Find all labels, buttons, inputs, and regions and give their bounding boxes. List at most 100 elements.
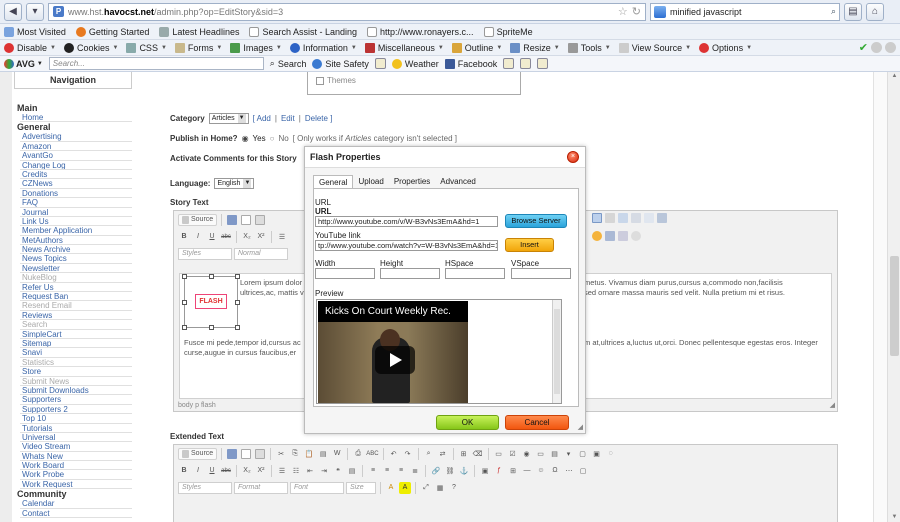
youtube-link-input[interactable]: tp://www.youtube.com/watch?v=W-B3vNs3EmA… <box>315 240 498 251</box>
special-char-icon[interactable]: Ω <box>549 465 561 477</box>
wd-view-source[interactable]: View Source ▼ <box>618 42 691 53</box>
url-input[interactable]: http://www.youtube.com/v/W-B3vNs3EmA&hd=… <box>315 216 498 227</box>
avg-search-input[interactable]: Search... <box>48 57 264 70</box>
about-icon[interactable]: ? <box>448 482 460 494</box>
tab-advanced[interactable]: Advanced <box>435 175 481 188</box>
bookmark-most-visited[interactable]: Most Visited <box>4 26 66 37</box>
browser-search-box[interactable]: minified javascript ⌕ <box>650 2 840 21</box>
select-all-icon[interactable]: ⊞ <box>458 448 470 460</box>
format-combo[interactable]: Normal <box>234 247 288 260</box>
sidebar-item-submit-downloads[interactable]: Submit Downloads <box>20 386 132 396</box>
sidebar-item-refer-us[interactable]: Refer Us <box>20 283 132 293</box>
blockquote-icon[interactable]: ❝ <box>332 465 344 477</box>
preview-scrollbar[interactable] <box>552 300 561 403</box>
table-icon[interactable] <box>592 213 602 223</box>
replace-icon[interactable]: ⇄ <box>437 448 449 460</box>
trash-icon[interactable] <box>374 58 386 69</box>
scrollbar-thumb[interactable] <box>890 256 899 356</box>
sidebar-item-donations[interactable]: Donations <box>20 189 132 199</box>
history-dropdown-icon[interactable]: ▾ <box>26 2 44 21</box>
bookmarks-menu-icon[interactable]: ▤ <box>844 2 862 21</box>
category-edit-link[interactable]: Edit <box>281 114 295 123</box>
show-blocks-icon[interactable]: ▦ <box>434 482 446 494</box>
textfield-icon[interactable]: ▭ <box>535 448 547 460</box>
back-icon[interactable]: ◀ <box>4 2 22 21</box>
sidebar-item-nukeblog[interactable]: NukeBlog <box>20 273 132 283</box>
unlink-icon[interactable]: ⛓ <box>444 465 456 477</box>
sidebar-item-simplecart[interactable]: SimpleCart <box>20 330 132 339</box>
video-thumbnail[interactable]: Kicks On Court Weekly Rec. <box>318 301 468 403</box>
source-button[interactable]: Source <box>178 447 218 460</box>
cancel-button[interactable]: Cancel <box>505 415 569 430</box>
bg-color-icon[interactable]: A <box>399 481 411 494</box>
sidebar-item-sitemap[interactable]: Sitemap <box>20 339 132 349</box>
dialog-title[interactable]: Flash Properties <box>305 147 585 168</box>
themes-option[interactable]: Themes <box>316 76 356 85</box>
wd-cookies[interactable]: Cookies ▼ <box>63 42 118 53</box>
save-icon[interactable] <box>226 214 238 226</box>
sidebar-item-whats-new[interactable]: Whats New <box>20 452 132 462</box>
font-combo[interactable]: Font <box>290 481 344 494</box>
preview-icon[interactable] <box>254 448 266 460</box>
hspace-input[interactable] <box>445 268 505 279</box>
bookmark-getting-started[interactable]: Getting Started <box>75 26 149 37</box>
sidebar-item-journal[interactable]: Journal <box>20 208 132 217</box>
print-icon[interactable]: ⎙ <box>352 448 364 460</box>
bookmark-star-icon[interactable]: ☆ <box>618 5 628 18</box>
page-scrollbar[interactable]: ▲ ▼ <box>887 72 900 522</box>
reload-icon[interactable]: ↻ <box>632 5 641 18</box>
radio-icon[interactable]: ◉ <box>521 448 533 460</box>
resize-handle[interactable] <box>209 274 214 279</box>
resize-handle[interactable] <box>182 300 187 305</box>
address-bar[interactable]: P www.hst.havocst.net/admin.php?op=EditS… <box>48 2 646 21</box>
show-blocks-icon[interactable] <box>631 231 641 241</box>
search-engine-icon[interactable] <box>654 5 666 18</box>
sidebar-item-work-probe[interactable]: Work Probe <box>20 470 132 480</box>
strike-icon[interactable]: abc <box>220 231 232 243</box>
table-icon[interactable]: ⊞ <box>507 465 519 477</box>
wd-css[interactable]: CSS ▼ <box>126 42 167 53</box>
align-justify-icon[interactable]: ≣ <box>409 465 421 477</box>
format-combo[interactable]: Format <box>234 481 288 494</box>
sidebar-item-reviews[interactable]: Reviews <box>20 311 132 321</box>
play-icon[interactable] <box>375 346 415 374</box>
hr-icon[interactable] <box>605 213 615 223</box>
avg-search-button[interactable]: ⌕ Search <box>270 58 307 69</box>
copy-icon[interactable]: ⎘ <box>289 448 301 460</box>
resize-handle[interactable] <box>182 325 187 330</box>
sidebar-item-cznews[interactable]: CZNews <box>20 179 132 189</box>
sidebar-item-member-application[interactable]: Member Application <box>20 226 132 236</box>
height-input[interactable] <box>380 268 440 279</box>
wd-options[interactable]: Options ▼ <box>699 42 752 53</box>
sidebar-item-tutorials[interactable]: Tutorials <box>20 424 132 433</box>
align-center-icon[interactable]: ≡ <box>381 465 393 477</box>
indent-icon[interactable]: ⇥ <box>318 465 330 477</box>
sidebar-item-news-topics[interactable]: News Topics <box>20 254 132 264</box>
remove-format-icon[interactable]: ⌫ <box>472 448 484 460</box>
styles-combo[interactable]: Styles <box>178 247 232 260</box>
bookmark-latest-headlines[interactable]: Latest Headlines <box>159 26 239 37</box>
superscript-icon[interactable]: X² <box>255 465 267 477</box>
resize-handle[interactable] <box>235 325 240 330</box>
paste-word-icon[interactable]: W <box>331 448 343 460</box>
sidebar-item-advertising[interactable]: Advertising <box>20 132 132 142</box>
weather-button[interactable]: Weather <box>391 58 439 69</box>
textarea-icon[interactable]: ▤ <box>549 448 561 460</box>
text-color-icon[interactable]: A <box>385 482 397 494</box>
select-field-icon[interactable]: ▾ <box>563 448 575 460</box>
iframe-icon[interactable] <box>657 213 667 223</box>
superscript-icon[interactable]: X² <box>255 231 267 243</box>
editor-resize-grip-icon[interactable]: ◢ <box>830 401 835 409</box>
browse-server-button[interactable]: Browse Server <box>505 214 567 228</box>
ok-button[interactable]: OK <box>436 415 499 430</box>
find-icon[interactable]: ⌕ <box>423 448 435 460</box>
sidebar-item-supporters[interactable]: Supporters <box>20 395 132 405</box>
sidebar-item-home[interactable]: Home <box>20 113 132 123</box>
sidebar-item-work-request[interactable]: Work Request <box>20 480 132 490</box>
align-left-icon[interactable]: ≡ <box>367 465 379 477</box>
scroll-up-icon[interactable]: ▲ <box>890 72 899 81</box>
sidebar-item-submit-news[interactable]: Submit News <box>20 377 132 386</box>
bookmark-ronayers[interactable]: http://www.ronayers.c... <box>367 26 474 37</box>
search-page-icon[interactable] <box>537 58 549 69</box>
resize-handle[interactable] <box>235 300 240 305</box>
